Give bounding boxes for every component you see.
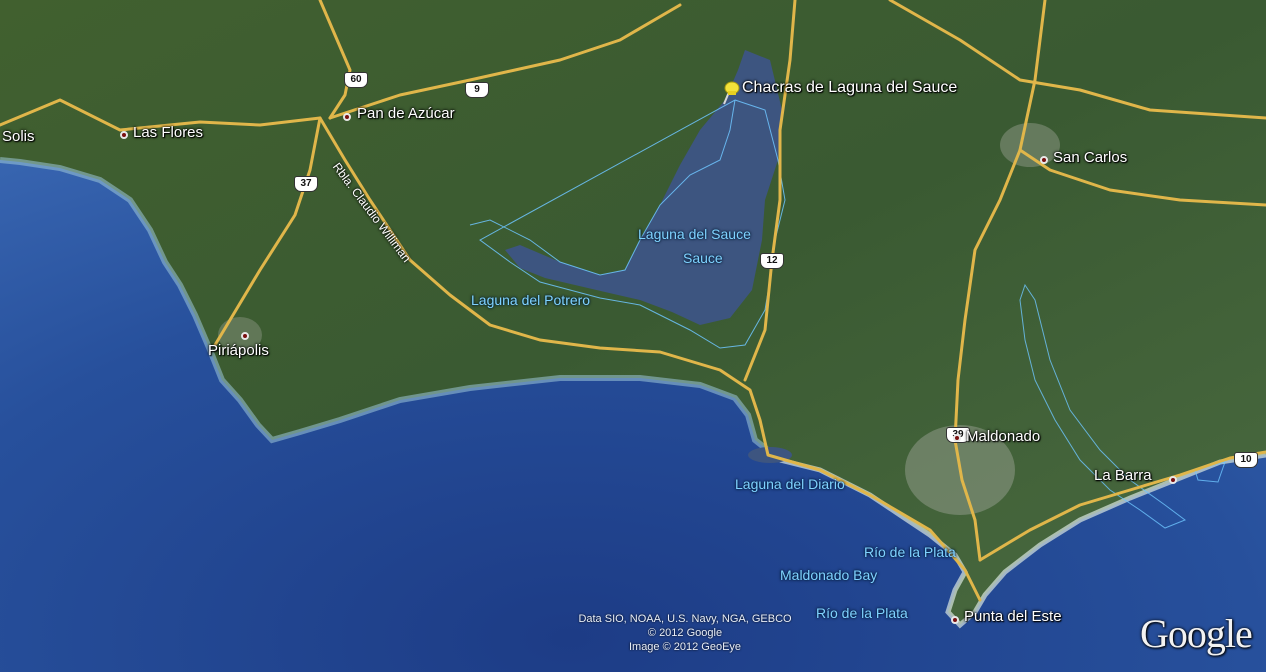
water-label-maldonado-bay[interactable]: Maldonado Bay — [780, 567, 877, 583]
google-logo: Google — [1140, 611, 1253, 656]
place-label-pan-de-azucar[interactable]: Pan de Azúcar — [357, 105, 455, 122]
attribution-imagery-line: Image © 2012 GeoEye — [628, 641, 742, 653]
water-label-laguna-del-potrero[interactable]: Laguna del Potrero — [471, 292, 590, 308]
place-label-maldonado[interactable]: Maldonado — [966, 428, 1040, 445]
place-label-la-barra[interactable]: La Barra — [1094, 467, 1152, 484]
satellite-map[interactable]: 60 9 37 12 39 10 Rbla. Claudio Williman … — [0, 0, 1266, 672]
place-marker-icon[interactable] — [1040, 156, 1048, 164]
attribution-copyright-line: © 2012 Google — [647, 627, 723, 639]
water-label-rio-de-la-plata[interactable]: Río de la Plata — [864, 544, 956, 560]
map-imagery — [0, 0, 1266, 672]
place-label-san-carlos[interactable]: San Carlos — [1053, 149, 1127, 166]
route-10-shield: 10 — [1234, 452, 1258, 468]
place-label-piriapolis[interactable]: Piriápolis — [208, 342, 269, 359]
place-marker-icon[interactable] — [953, 434, 961, 442]
yellow-pushpin-icon[interactable] — [718, 80, 742, 106]
place-label-solis[interactable]: Solis — [2, 128, 35, 145]
place-marker-icon[interactable] — [120, 131, 128, 139]
place-marker-icon[interactable] — [1169, 476, 1177, 484]
place-label-las-flores[interactable]: Las Flores — [133, 124, 203, 141]
water-label-laguna-del-diario[interactable]: Laguna del Diario — [735, 476, 845, 492]
place-marker-icon[interactable] — [343, 113, 351, 121]
place-marker-icon[interactable] — [951, 616, 959, 624]
route-60-shield: 60 — [344, 72, 368, 88]
water-label-laguna-del-sauce[interactable]: Laguna del Sauce — [638, 226, 751, 242]
place-label-punta-del-este[interactable]: Punta del Este — [964, 608, 1062, 625]
map-attribution: Data SIO, NOAA, U.S. Navy, NGA, GEBCO © … — [540, 612, 830, 654]
route-12-shield: 12 — [760, 253, 784, 269]
water-label-sauce[interactable]: Sauce — [683, 250, 723, 266]
attribution-data-line: Data SIO, NOAA, U.S. Navy, NGA, GEBCO — [578, 613, 792, 625]
route-37-shield: 37 — [294, 176, 318, 192]
place-label-chacras[interactable]: Chacras de Laguna del Sauce — [742, 79, 957, 97]
place-marker-icon[interactable] — [241, 332, 249, 340]
route-9-shield: 9 — [465, 82, 489, 98]
